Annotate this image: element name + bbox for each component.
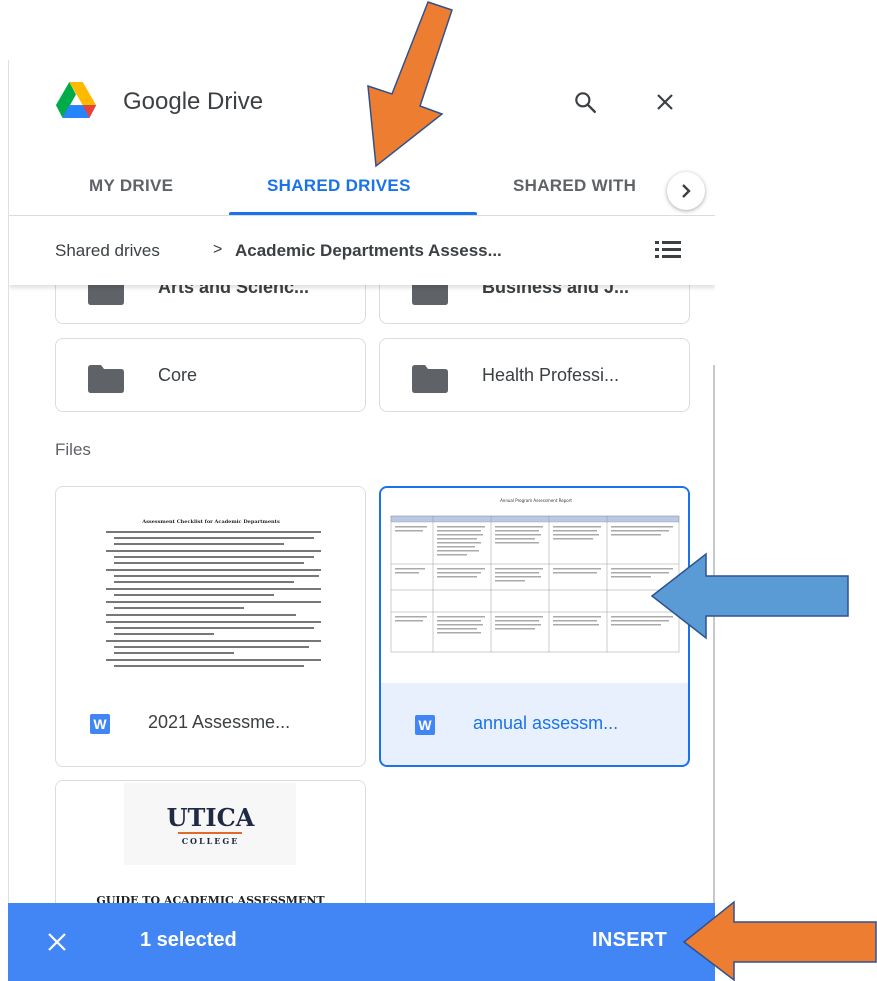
utica-logo-subtext: COLLEGE: [181, 836, 240, 846]
folder-name: Health Professi...: [482, 365, 620, 385]
selected-count: 1 selected: [140, 929, 237, 951]
list-view-icon[interactable]: [653, 237, 683, 263]
thumb-checklist-title: Assessment Checklist for Academic Depart…: [141, 519, 280, 525]
file-card[interactable]: Assessment Checklist for Academic Depart…: [55, 486, 366, 767]
utica-logo-text: UTICA: [166, 803, 255, 832]
file-name: annual assessm...: [473, 713, 619, 733]
word-doc-icon: W: [90, 714, 110, 734]
folder-card[interactable]: Core: [55, 338, 366, 412]
chevron-right-icon: [682, 184, 691, 198]
app-title: Google Drive: [123, 88, 264, 115]
file-name: 2021 Assessme...: [148, 712, 291, 732]
insert-button[interactable]: INSERT: [592, 929, 667, 952]
file-thumbnail: Assessment Checklist for Academic Depart…: [56, 487, 365, 682]
annotation-arrow-down-icon: [367, 1, 453, 168]
tab-my-drive[interactable]: MY DRIVE: [89, 176, 173, 196]
folder-icon: [412, 365, 448, 393]
breadcrumb-separator: >: [213, 241, 223, 258]
file-thumbnail: Annual Program Assessment Report: [381, 488, 688, 683]
file-meta: W annual assessm...: [381, 683, 688, 765]
breadcrumb-current: Academic Departments Assess...: [235, 241, 502, 260]
file-card-selected[interactable]: Annual Program Assessment Report W annua…: [379, 486, 690, 767]
tabs-scroll-right-button[interactable]: [667, 172, 705, 210]
folder-name: Core: [158, 365, 198, 385]
search-icon[interactable]: [569, 86, 601, 118]
vertical-scrollbar[interactable]: [713, 365, 715, 925]
folder-card[interactable]: Health Professi...: [379, 338, 690, 412]
selection-action-bar: 1 selected INSERT: [8, 903, 715, 981]
files-section-label: Files: [55, 440, 91, 459]
active-tab-indicator: [229, 212, 477, 215]
file-meta: W 2021 Assessme...: [56, 682, 365, 766]
tab-shared-drives[interactable]: SHARED DRIVES: [267, 176, 411, 196]
word-doc-icon: W: [415, 715, 435, 735]
tab-shared-with-me[interactable]: SHARED WITH: [513, 176, 636, 196]
annotation-arrow-left-icon: [650, 552, 849, 640]
thumb-report-title: Annual Program Assessment Report: [500, 498, 572, 503]
google-drive-logo-icon: [55, 82, 97, 118]
breadcrumb-root[interactable]: Shared drives: [55, 241, 160, 261]
breadcrumb: Shared drives > Academic Departments Ass…: [9, 217, 715, 285]
close-icon[interactable]: [649, 86, 681, 118]
folder-icon: [88, 365, 124, 393]
close-icon[interactable]: [46, 931, 68, 953]
drive-picker-panel: Google Drive MY DRIVE SHARED DRIVES SHAR…: [8, 60, 715, 981]
utica-logo-rule: [178, 832, 242, 834]
annotation-arrow-left-icon: [682, 900, 877, 981]
